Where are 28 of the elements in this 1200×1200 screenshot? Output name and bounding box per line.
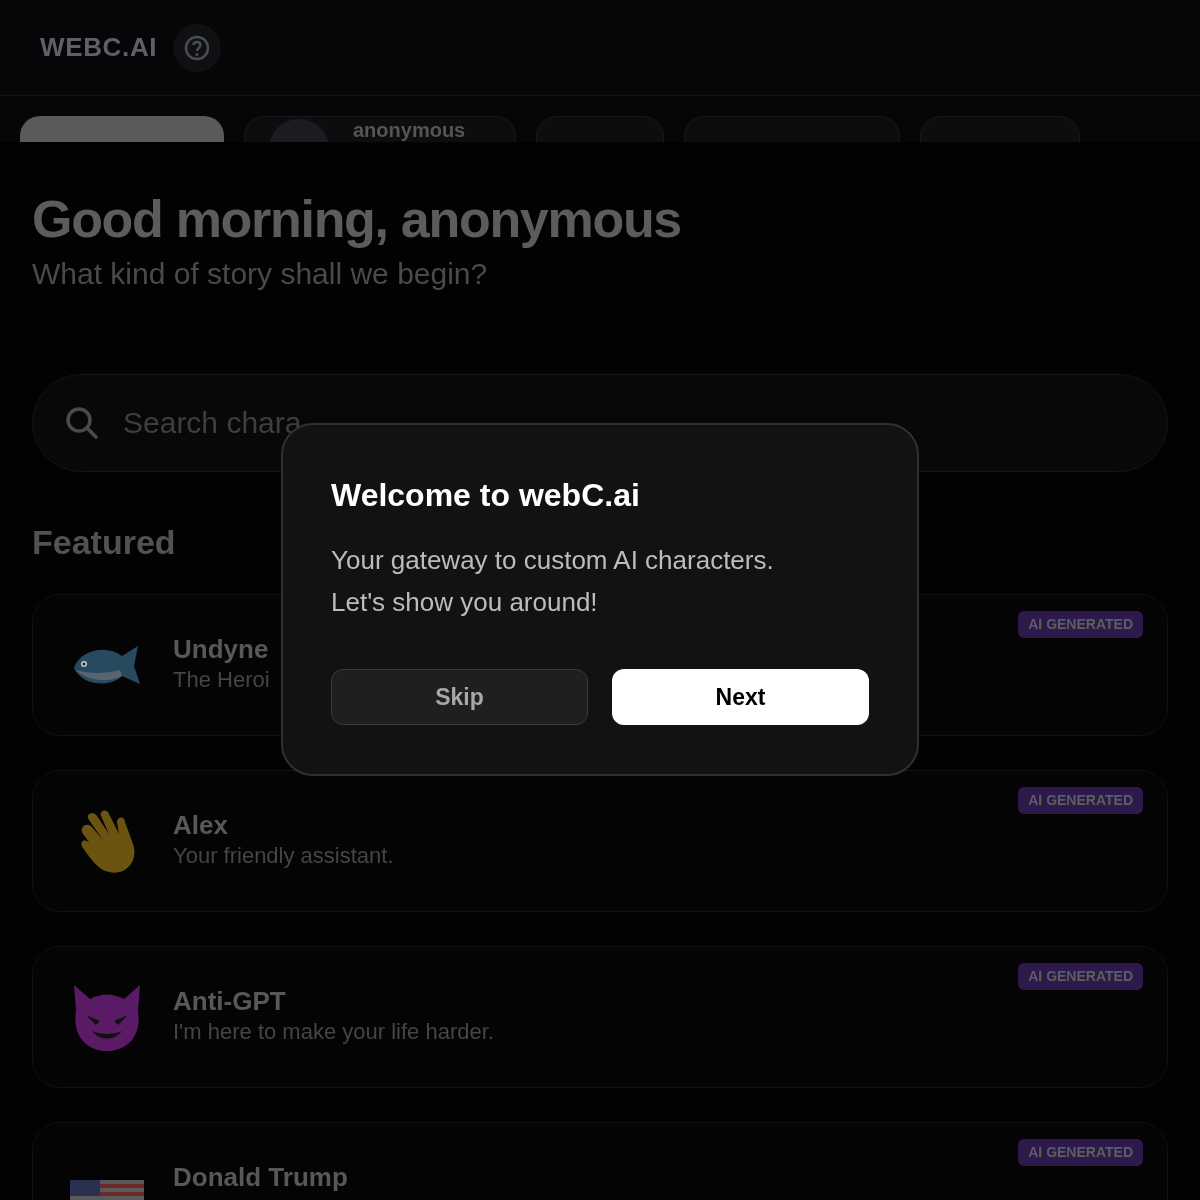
flag-icon <box>70 1180 144 1200</box>
section-title: Featured <box>32 522 176 562</box>
dialog-text: Let's show you around! <box>331 586 599 619</box>
character-description: The Heroi <box>173 666 271 694</box>
skip-button[interactable]: Skip <box>331 669 588 725</box>
character-name: Alex <box>173 809 229 841</box>
character-card[interactable]: Donald Trump AI GENERATED <box>32 1122 1168 1200</box>
character-card[interactable]: Anti-GPT I'm here to make your life harder. AI GENERATED <box>32 946 1168 1088</box>
character-description: Your friendly assistant. <box>173 842 395 870</box>
logo[interactable]: WEBC.AI <box>40 28 158 67</box>
greeting-subtitle: What kind of story shall we begin? <box>32 256 489 292</box>
ai-generated-tag: AI GENERATED <box>1018 787 1143 814</box>
greeting-title: Good morning, anonymous <box>32 189 682 250</box>
dialog-title: Welcome to webC.ai <box>331 476 641 515</box>
character-name: Donald Trump <box>173 1161 349 1193</box>
character-name: Anti-GPT <box>173 985 287 1017</box>
dialog-text: Your gateway to custom AI characters. <box>331 544 775 577</box>
ai-generated-tag: AI GENERATED <box>1018 611 1143 638</box>
character-description: I'm here to make your life harder. <box>173 1018 495 1046</box>
search-icon <box>65 406 99 440</box>
devil-face-icon <box>72 985 142 1051</box>
help-icon <box>184 34 211 61</box>
tab[interactable]: anonymous <box>244 116 516 142</box>
next-button[interactable]: Next <box>612 669 869 725</box>
ai-generated-tag: AI GENERATED <box>1018 963 1143 990</box>
character-name: Undyne <box>173 633 270 665</box>
ai-generated-tag: AI GENERATED <box>1018 1139 1143 1166</box>
character-card[interactable]: Alex Your friendly assistant. AI GENERATED <box>32 770 1168 912</box>
